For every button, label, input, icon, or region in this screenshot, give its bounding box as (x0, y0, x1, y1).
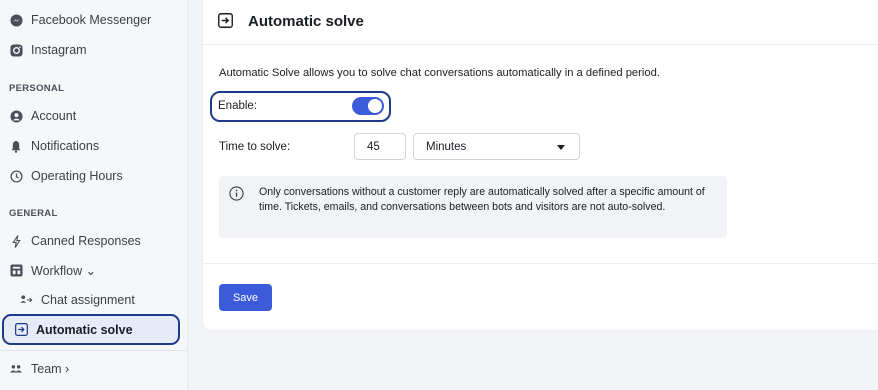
sidebar-item-chat-assignment[interactable]: Chat assignment (19, 289, 135, 311)
sidebar-item-operating-hours[interactable]: Operating Hours (9, 165, 123, 187)
save-button[interactable]: Save (219, 284, 272, 311)
info-box: Only conversations without a customer re… (219, 176, 727, 238)
settings-card (203, 0, 878, 330)
user-icon (9, 109, 23, 123)
time-unit-select[interactable]: Minutes (413, 133, 580, 160)
sidebar-item-label: Automatic solve (36, 322, 133, 337)
sidebar-item-workflow[interactable]: Workflow ⌄ (9, 259, 96, 281)
sidebar-item-label: Workflow ⌄ (31, 263, 97, 278)
toggle-knob (368, 99, 382, 113)
clock-icon (9, 169, 23, 183)
description-text: Automatic Solve allows you to solve chat… (219, 67, 660, 79)
sidebar-item-instagram[interactable]: Instagram (9, 39, 87, 61)
sidebar-item-team[interactable]: Team › (9, 358, 69, 380)
page-header: Automatic solve (218, 9, 364, 33)
sidebar-item-label: Instagram (31, 43, 87, 57)
team-icon (9, 362, 23, 376)
sidebar-item-label: Chat assignment (41, 293, 135, 307)
enable-label: Enable: (218, 100, 258, 112)
info-text: Only conversations without a customer re… (259, 186, 705, 213)
time-unit-value: Minutes (426, 140, 467, 153)
section-heading-general: GENERAL (9, 208, 58, 219)
page-title: Automatic solve (248, 12, 364, 30)
sidebar-item-label: Team › (31, 362, 70, 376)
workflow-icon (9, 263, 23, 277)
sidebar-item-label: Facebook Messenger (31, 13, 152, 27)
header-divider (203, 44, 878, 45)
sidebar-item-canned-responses[interactable]: Canned Responses (9, 230, 141, 252)
sidebar-item-label: Operating Hours (31, 169, 123, 183)
bell-icon (9, 139, 23, 153)
messenger-icon (9, 13, 23, 27)
caret-down-icon (557, 145, 565, 150)
info-icon (229, 186, 244, 201)
sidebar-item-label: Canned Responses (31, 234, 141, 248)
sidebar-item-account[interactable]: Account (9, 105, 76, 127)
sidebar-item-label: Account (31, 109, 77, 123)
time-to-solve-label: Time to solve: (219, 141, 291, 153)
sidebar: Facebook Messenger Instagram PERSONAL Ac… (0, 0, 188, 390)
auto-solve-icon (14, 323, 28, 337)
assignment-icon (19, 293, 33, 307)
sidebar-divider (0, 350, 188, 351)
time-to-solve-input[interactable] (354, 133, 406, 160)
sidebar-item-facebook-messenger[interactable]: Facebook Messenger (9, 9, 151, 31)
auto-solve-icon (218, 13, 234, 29)
footer-divider (203, 263, 878, 264)
bolt-icon (9, 234, 23, 248)
enable-toggle[interactable] (352, 97, 384, 115)
instagram-icon (9, 43, 23, 57)
sidebar-item-label: Notifications (31, 139, 100, 153)
section-heading-personal: PERSONAL (9, 83, 65, 94)
sidebar-item-automatic-solve[interactable]: Automatic solve (2, 314, 180, 345)
sidebar-item-notifications[interactable]: Notifications (9, 135, 99, 157)
